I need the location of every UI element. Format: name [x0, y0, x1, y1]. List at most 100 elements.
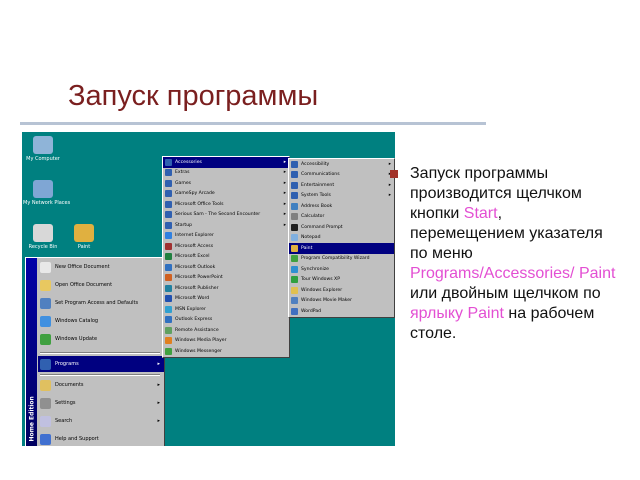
accessories-item-paint[interactable]: Paint — [289, 243, 394, 254]
start-menu-item-windows-update[interactable]: Windows Update — [38, 331, 164, 347]
title-underline — [20, 122, 486, 125]
folder-icon — [165, 221, 172, 229]
programs-item-accessories[interactable]: Accessories ▸ — [163, 157, 289, 168]
submenu-arrow-icon: ▸ — [388, 193, 391, 199]
programs-item-label: Microsoft Excel — [175, 254, 210, 260]
submenu-arrow-icon: ▸ — [283, 170, 286, 176]
synchronize-icon — [291, 265, 298, 273]
accessories-item-entertainment[interactable]: Entertainment ▸ — [289, 180, 394, 191]
network-icon — [33, 180, 53, 198]
programs-item-label: Microsoft Word — [175, 296, 210, 302]
slide-title: Запуск программы — [68, 80, 319, 112]
programs-item-label: Serious Sam - The Second Encounter — [175, 212, 261, 218]
start-menu-item-label: Windows Update — [55, 336, 98, 342]
accessories-item-accessibility[interactable]: Accessibility ▸ — [289, 159, 394, 170]
desktop-icon-label: My Network Places — [23, 200, 71, 206]
programs-item-label: Microsoft Outlook — [175, 264, 216, 270]
start-menu-item-search[interactable]: Search ▸ — [38, 413, 164, 429]
submenu-arrow-icon: ▸ — [283, 201, 286, 207]
programs-item-microsoft-word[interactable]: Microsoft Word — [163, 294, 289, 305]
accessories-item-wordpad[interactable]: WordPad — [289, 306, 394, 317]
programs-item-microsoft-access[interactable]: Microsoft Access — [163, 241, 289, 252]
programs-item-label: Windows Media Player — [175, 338, 227, 344]
highlighted-term: Programs/Accessories/ Paint — [410, 265, 616, 282]
start-menu-item-new-office-document[interactable]: New Office Document — [38, 259, 164, 275]
programs-item-label: Extras — [175, 170, 190, 176]
programs-item-microsoft-excel[interactable]: Microsoft Excel — [163, 252, 289, 263]
accessories-item-windows-explorer[interactable]: Windows Explorer — [289, 285, 394, 296]
programs-item-windows-messenger[interactable]: Windows Messenger — [163, 346, 289, 357]
programs-item-msn-explorer[interactable]: MSN Explorer — [163, 304, 289, 315]
programs-item-microsoft-publisher[interactable]: Microsoft Publisher — [163, 283, 289, 294]
accessories-item-notepad[interactable]: Notepad — [289, 233, 394, 244]
programs-item-label: Microsoft Access — [175, 243, 214, 249]
programs-item-remote-assistance[interactable]: Remote Assistance — [163, 325, 289, 336]
folder-icon — [165, 211, 172, 219]
accessories-item-label: Program Compatibility Wizard — [301, 256, 370, 262]
accessories-item-label: Windows Explorer — [301, 287, 343, 293]
folder-icon — [165, 158, 172, 166]
program-compatibility-wizard-icon — [291, 255, 298, 263]
recycle-bin-icon — [33, 224, 53, 242]
programs-item-label: Microsoft PowerPoint — [175, 275, 223, 281]
folder-icon — [165, 169, 172, 177]
programs-item-label: Microsoft Publisher — [175, 285, 219, 291]
start-menu-item-label: Settings — [55, 400, 76, 406]
accessories-item-program-compatibility-wizard[interactable]: Program Compatibility Wizard — [289, 254, 394, 265]
start-menu-item-open-office-document[interactable]: Open Office Document — [38, 277, 164, 293]
wordpad-icon — [291, 307, 298, 315]
paint-icon — [291, 244, 298, 252]
accessories-item-windows-movie-maker[interactable]: Windows Movie Maker — [289, 296, 394, 307]
programs-item-label: Outlook Express — [175, 317, 213, 323]
programs-item-windows-media-player[interactable]: Windows Media Player — [163, 336, 289, 347]
start-menu-item-help-and-support[interactable]: Help and Support — [38, 431, 164, 446]
programs-item-extras[interactable]: Extras ▸ — [163, 168, 289, 179]
folder-icon — [291, 171, 298, 179]
programs-item-microsoft-powerpoint[interactable]: Microsoft PowerPoint — [163, 273, 289, 284]
microsoft-access-icon — [165, 242, 172, 250]
start-menu-item-programs[interactable]: Programs ▸ — [38, 356, 164, 372]
submenu-arrow-icon: ▸ — [283, 191, 286, 197]
start-menu-item-windows-catalog[interactable]: Windows Catalog — [38, 313, 164, 329]
desktop-icon-my-network-places[interactable]: My Network Places — [23, 180, 71, 206]
programs-item-serious-sam-the-second-encounter[interactable]: Serious Sam - The Second Encounter ▸ — [163, 210, 289, 221]
submenu-arrow-icon: ▸ — [388, 182, 391, 188]
accessories-item-synchronize[interactable]: Synchronize — [289, 264, 394, 275]
paint-icon — [74, 224, 94, 242]
windows-media-player-icon — [165, 337, 172, 345]
programs-item-label: Startup — [175, 222, 193, 228]
start-menu-item-settings[interactable]: Settings ▸ — [38, 395, 164, 411]
accessories-item-system-tools[interactable]: System Tools ▸ — [289, 191, 394, 202]
calculator-icon — [291, 213, 298, 221]
start-menu-item-label: Programs — [55, 361, 79, 367]
desktop-icon-recycle-bin[interactable]: Recycle Bin — [23, 224, 63, 250]
folder-icon — [165, 200, 172, 208]
accessories-item-command-prompt[interactable]: Command Prompt — [289, 222, 394, 233]
start-menu-item-label: Documents — [55, 382, 84, 388]
accessories-item-communications[interactable]: Communications▸ — [289, 170, 394, 181]
tour-windows-xp-icon — [291, 276, 298, 284]
address-book-icon — [291, 202, 298, 210]
programs-item-startup[interactable]: Startup ▸ — [163, 220, 289, 231]
accessories-item-calculator[interactable]: Calculator — [289, 212, 394, 223]
start-menu-item-documents[interactable]: Documents ▸ — [38, 377, 164, 393]
desktop-icon-my-computer[interactable]: My Computer — [23, 136, 63, 162]
programs-submenu: Accessories ▸ Extras ▸ Games ▸ GameSpy Arcade ▸… — [162, 156, 290, 358]
folder-icon — [165, 190, 172, 198]
programs-item-microsoft-outlook[interactable]: Microsoft Outlook — [163, 262, 289, 273]
accessories-item-address-book[interactable]: Address Book — [289, 201, 394, 212]
remote-assistance-icon — [165, 326, 172, 334]
desktop-icon-label: Recycle Bin — [28, 244, 58, 250]
programs-item-games[interactable]: Games ▸ — [163, 178, 289, 189]
accessories-item-tour-windows-xp[interactable]: Tour Windows XP — [289, 275, 394, 286]
desktop-icon-paint[interactable]: Paint — [64, 224, 104, 250]
start-menu-item-set-program-access-and-defaults[interactable]: Set Program Access and Defaults — [38, 295, 164, 311]
programs-item-label: Windows Messenger — [175, 348, 222, 354]
help-and-support-icon — [40, 433, 51, 445]
programs-item-internet-explorer[interactable]: Internet Explorer — [163, 231, 289, 242]
programs-item-outlook-express[interactable]: Outlook Express — [163, 315, 289, 326]
folder-icon — [291, 192, 298, 200]
bullet-marker — [390, 170, 398, 178]
programs-item-gamespy-arcade[interactable]: GameSpy Arcade ▸ — [163, 189, 289, 200]
programs-item-microsoft-office-tools[interactable]: Microsoft Office Tools ▸ — [163, 199, 289, 210]
